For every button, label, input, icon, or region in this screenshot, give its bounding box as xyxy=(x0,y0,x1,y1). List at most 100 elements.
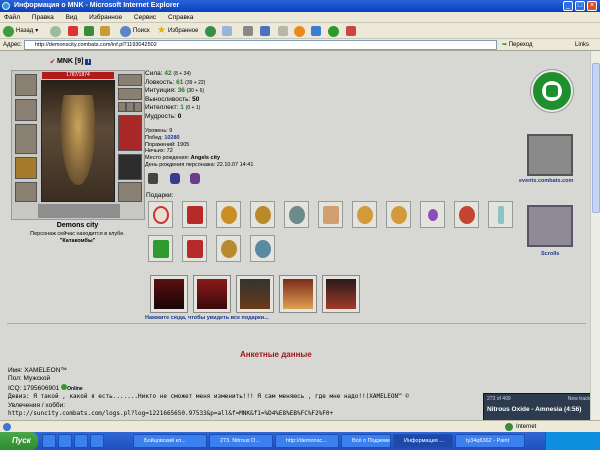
track-count: 273 of 499 xyxy=(487,396,511,402)
messenger-button[interactable] xyxy=(294,25,305,37)
menu-edit[interactable]: Правка xyxy=(32,14,54,21)
scrolls-banner[interactable] xyxy=(527,205,573,247)
events-banner[interactable] xyxy=(527,134,573,176)
refresh-button[interactable] xyxy=(84,25,94,37)
gift-item[interactable] xyxy=(148,201,173,228)
search-icon xyxy=(120,25,131,37)
armor-slot[interactable] xyxy=(15,124,37,154)
club-name: "Катакомбы" xyxy=(59,238,96,244)
pet-slot[interactable] xyxy=(38,204,120,218)
belt-slot[interactable] xyxy=(15,182,37,202)
gift-item[interactable] xyxy=(148,235,173,262)
gift-item[interactable] xyxy=(386,201,411,228)
scrollbar-thumb[interactable] xyxy=(592,63,600,213)
gift-item[interactable] xyxy=(250,201,275,228)
start-button[interactable]: Пуск xyxy=(0,432,38,450)
taskbar-item[interactable]: 273. Nitrous O... xyxy=(209,434,273,448)
gift-item[interactable] xyxy=(420,201,445,228)
ring3-slot[interactable] xyxy=(134,102,142,112)
quicklaunch-icon-4[interactable] xyxy=(90,434,104,448)
menu-view[interactable]: Вид xyxy=(66,14,78,21)
gift-item[interactable] xyxy=(284,201,309,228)
print-button[interactable] xyxy=(243,25,253,37)
info-losses: Поражений: 1905 xyxy=(145,141,190,148)
menu-favorites[interactable]: Избранное xyxy=(89,14,122,21)
mail-button[interactable] xyxy=(222,25,232,37)
gloves-slot[interactable] xyxy=(118,115,142,151)
minimize-button[interactable]: _ xyxy=(563,1,573,11)
taskbar-item[interactable]: Бойцовский кл... xyxy=(133,434,207,448)
gift-item[interactable] xyxy=(216,235,241,262)
taskbar-item[interactable]: http://demonsc... xyxy=(275,434,339,448)
gift-item[interactable] xyxy=(182,201,207,228)
medal-icon-3[interactable] xyxy=(190,173,200,184)
vertical-scrollbar[interactable] xyxy=(590,51,600,432)
info-icon[interactable]: i xyxy=(85,59,92,65)
toolbar-extra-icon xyxy=(311,26,321,36)
gift-item[interactable] xyxy=(454,201,479,228)
stat-endurance: Выносливость: 50 xyxy=(145,95,200,103)
history-button[interactable] xyxy=(205,25,216,37)
taskbar-item[interactable]: Всё о Подземе... xyxy=(341,434,391,448)
favorites-button[interactable]: ★ Избранное xyxy=(157,25,198,37)
shield-slot[interactable] xyxy=(15,157,37,179)
profile-hobby-url[interactable]: http://suncity.combats.com/logs.pl?log=1… xyxy=(8,410,409,418)
profile-section: Имя: XAMELEON™ Пол: Мужской ICQ: 1795606… xyxy=(8,367,409,418)
plugin2-button[interactable] xyxy=(346,25,356,37)
ring2-slot[interactable] xyxy=(126,102,134,112)
gift-item[interactable] xyxy=(216,201,241,228)
amulet-slot[interactable] xyxy=(118,88,142,100)
stat-intuition: Интуиция: 36 (30 + 6) xyxy=(145,87,205,94)
quicklaunch-icon[interactable] xyxy=(42,434,56,448)
address-input[interactable]: http://demonscity.combats.com/inf.pl?119… xyxy=(24,40,497,50)
large-gift-item[interactable] xyxy=(236,275,274,313)
close-button[interactable]: × xyxy=(587,1,597,11)
boots-slot[interactable] xyxy=(118,182,142,202)
go-button[interactable]: ➡ Переход xyxy=(502,40,533,50)
large-gift-item[interactable] xyxy=(150,275,188,313)
quicklaunch-icon-3[interactable] xyxy=(74,434,88,448)
track-title: Nitrous Oxide - Amnesia (4:56) xyxy=(487,406,582,413)
home-button[interactable] xyxy=(100,25,110,37)
large-gift-item[interactable] xyxy=(279,275,317,313)
faction-logo[interactable] xyxy=(531,70,573,112)
media-notification[interactable]: 273 of 499 New track Nitrous Oxide - Amn… xyxy=(483,393,595,423)
quicklaunch-icon-2[interactable] xyxy=(58,434,72,448)
menu-file[interactable]: Файл xyxy=(4,14,20,21)
pants-slot[interactable] xyxy=(118,154,142,180)
menu-help[interactable]: Справка xyxy=(168,14,194,21)
back-button[interactable]: Назад ▾ xyxy=(3,25,38,37)
ring1-slot[interactable] xyxy=(118,102,126,112)
maximize-button[interactable]: □ xyxy=(575,1,585,11)
helmet-slot[interactable] xyxy=(15,74,37,96)
weapon-slot[interactable] xyxy=(15,99,37,121)
search-button[interactable]: Поиск xyxy=(120,25,150,37)
gift-item[interactable] xyxy=(250,235,275,262)
all-gifts-link[interactable]: Нажмите сюда, чтобы увидеть все подарки.… xyxy=(145,315,269,321)
taskbar-item-active[interactable]: Информация ... xyxy=(393,434,453,448)
medal-icon-2[interactable] xyxy=(170,173,180,184)
edit-button[interactable] xyxy=(260,25,270,37)
earring-slot[interactable] xyxy=(118,74,142,86)
character-level: [9] xyxy=(74,58,84,65)
discuss-button[interactable] xyxy=(278,25,288,37)
stop-button[interactable] xyxy=(68,25,78,37)
toolbar-extra-button[interactable] xyxy=(311,25,321,37)
links-button[interactable]: Links xyxy=(575,39,589,51)
forward-button[interactable] xyxy=(50,25,61,37)
gift-item[interactable] xyxy=(318,201,343,228)
gift-item[interactable] xyxy=(182,235,207,262)
title-bar: Информация о MNK - Microsoft Internet Ex… xyxy=(0,0,600,12)
events-link[interactable]: events.combats.com xyxy=(519,178,573,184)
profile-motto: Девиз: Я такой , какой я есть.......Никт… xyxy=(8,393,409,401)
plugin-button[interactable] xyxy=(328,25,339,37)
menu-tools[interactable]: Сервис xyxy=(134,14,156,21)
gift-item[interactable] xyxy=(488,201,513,228)
medal-icon-1[interactable] xyxy=(148,173,158,184)
gift-item[interactable] xyxy=(352,201,377,228)
scrolls-link[interactable]: Scrolls xyxy=(541,251,559,257)
taskbar-item[interactable]: ty34q6362 - Paint xyxy=(455,434,525,448)
character-name[interactable]: MNK xyxy=(57,58,73,65)
large-gift-item[interactable] xyxy=(193,275,231,313)
large-gift-item[interactable] xyxy=(322,275,360,313)
